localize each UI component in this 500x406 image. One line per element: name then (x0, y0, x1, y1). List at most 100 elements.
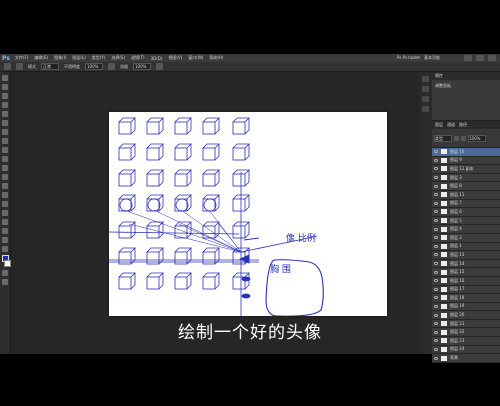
opacity-field[interactable]: 100% (85, 63, 103, 70)
layer-row[interactable]: 图层 14 (432, 259, 500, 269)
filter-adjust-icon[interactable] (461, 135, 466, 141)
close-icon[interactable] (488, 55, 496, 61)
layer-row[interactable]: 图层 5 (432, 216, 500, 226)
visibility-eye-icon[interactable] (434, 219, 438, 223)
filter-pixel-icon[interactable] (454, 135, 459, 141)
layer-opacity-field[interactable]: 100% (468, 134, 486, 142)
layer-row[interactable]: 图层 10 (432, 148, 500, 157)
marquee-tool-icon[interactable] (2, 84, 8, 90)
crop-tool-icon[interactable] (2, 111, 8, 117)
zoom-tool-icon[interactable] (2, 246, 8, 252)
visibility-eye-icon[interactable] (434, 313, 438, 317)
layer-row[interactable]: 图层 17 (432, 285, 500, 295)
visibility-eye-icon[interactable] (434, 184, 438, 188)
menu-file[interactable]: 文件(F) (15, 55, 28, 61)
pressure-opacity-icon[interactable] (108, 63, 115, 70)
workspace-switcher[interactable]: 基本功能 (424, 55, 440, 61)
visibility-eye-icon[interactable] (434, 227, 438, 231)
visibility-eye-icon[interactable] (434, 244, 438, 248)
maximize-icon[interactable] (476, 55, 484, 61)
visibility-eye-icon[interactable] (434, 236, 438, 240)
menu-edit[interactable]: 编辑(E) (34, 55, 48, 61)
brush-panel-icon[interactable] (422, 96, 429, 102)
properties-subtab[interactable]: 调整面板 (432, 80, 500, 92)
visibility-eye-icon[interactable] (434, 296, 438, 300)
menu-image[interactable]: 图像(I) (54, 55, 66, 61)
quick-mask-icon[interactable] (2, 270, 8, 276)
visibility-eye-icon[interactable] (434, 279, 438, 283)
visibility-eye-icon[interactable] (434, 304, 438, 308)
layer-row[interactable]: 图层 16 (432, 276, 500, 286)
visibility-eye-icon[interactable] (434, 210, 438, 214)
visibility-eye-icon[interactable] (434, 356, 438, 360)
visibility-eye-icon[interactable] (434, 201, 438, 205)
clone-stamp-tool-icon[interactable] (2, 147, 8, 153)
layer-kind-filter[interactable]: 类型 (434, 134, 452, 142)
eraser-tool-icon[interactable] (2, 165, 8, 171)
layer-row[interactable]: 图层 15 (432, 268, 500, 277)
character-panel-icon[interactable] (422, 106, 429, 112)
visibility-eye-icon[interactable] (434, 287, 438, 291)
menu-layer[interactable]: 图层(L) (72, 55, 85, 61)
visibility-eye-icon[interactable] (434, 270, 438, 274)
move-tool-icon[interactable] (2, 75, 8, 81)
layer-row[interactable]: 图层 7 (432, 199, 500, 209)
mode-select[interactable]: 正常 (41, 63, 59, 70)
lasso-tool-icon[interactable] (2, 93, 8, 99)
layer-row[interactable]: 图层 9 (432, 156, 500, 166)
flow-field[interactable]: 100% (133, 63, 151, 70)
dodge-tool-icon[interactable] (2, 192, 8, 198)
gradient-tool-icon[interactable] (2, 174, 8, 180)
layer-row[interactable]: 图层 2 (432, 233, 500, 243)
blur-tool-icon[interactable] (2, 183, 8, 189)
visibility-eye-icon[interactable] (434, 253, 438, 257)
type-tool-icon[interactable] (2, 210, 8, 216)
document-canvas[interactable]: 像 比例 胸 围 (109, 112, 387, 316)
layer-row[interactable]: 图层 8 (432, 182, 500, 191)
layer-row[interactable]: 背景 (432, 354, 500, 363)
visibility-eye-icon[interactable] (434, 167, 438, 171)
tab-properties[interactable]: 属性 (435, 73, 443, 79)
airbrush-icon[interactable] (156, 63, 163, 70)
brush-tool-icon[interactable] (2, 138, 8, 144)
brush-preset-icon[interactable] (16, 63, 23, 70)
tab-channels[interactable]: 通道 (447, 122, 455, 128)
hand-tool-icon[interactable] (2, 237, 8, 243)
path-select-tool-icon[interactable] (2, 219, 8, 225)
menu-view[interactable]: 视图(V) (168, 55, 182, 61)
brush-tool-icon[interactable] (4, 63, 11, 70)
screen-mode-icon[interactable] (2, 279, 8, 285)
healing-tool-icon[interactable] (2, 129, 8, 135)
history-panel-icon[interactable] (422, 76, 429, 82)
menu-type[interactable]: 类型(Y) (92, 55, 106, 61)
layer-row[interactable]: 图层 13 (432, 251, 500, 260)
menu-help[interactable]: 帮助(H) (209, 55, 223, 61)
visibility-eye-icon[interactable] (434, 193, 438, 197)
layer-row[interactable]: 图层 24 (432, 345, 500, 355)
tab-paths[interactable]: 路径 (459, 122, 467, 128)
menu-filter[interactable]: 滤镜(T) (131, 55, 145, 61)
menu-window[interactable]: 窗口(W) (188, 55, 203, 61)
quick-select-tool-icon[interactable] (2, 102, 8, 108)
layer-row[interactable]: 图层 4 (432, 225, 500, 234)
layer-row[interactable]: 图层 3 (432, 173, 500, 183)
tab-layers[interactable]: 图层 (435, 122, 443, 128)
history-brush-tool-icon[interactable] (2, 156, 8, 162)
minimize-icon[interactable] (464, 55, 472, 61)
background-color-swatch[interactable] (4, 260, 11, 267)
visibility-eye-icon[interactable] (434, 176, 438, 180)
eyedropper-tool-icon[interactable] (2, 120, 8, 126)
layer-row[interactable]: 图层 19 (432, 302, 500, 312)
visibility-eye-icon[interactable] (434, 150, 438, 154)
layer-row[interactable]: 图层 18 (432, 294, 500, 303)
actions-panel-icon[interactable] (422, 86, 429, 92)
layer-row[interactable]: 图层 1 (432, 242, 500, 252)
visibility-eye-icon[interactable] (434, 158, 438, 162)
menu-select[interactable]: 选择(S) (111, 55, 125, 61)
layer-row[interactable]: 图层 12 副本 (432, 165, 500, 174)
visibility-eye-icon[interactable] (434, 347, 438, 351)
pen-tool-icon[interactable] (2, 201, 8, 207)
shape-tool-icon[interactable] (2, 228, 8, 234)
layer-row[interactable]: 图层 11 (432, 190, 500, 200)
layer-row[interactable]: 图层 6 (432, 208, 500, 217)
